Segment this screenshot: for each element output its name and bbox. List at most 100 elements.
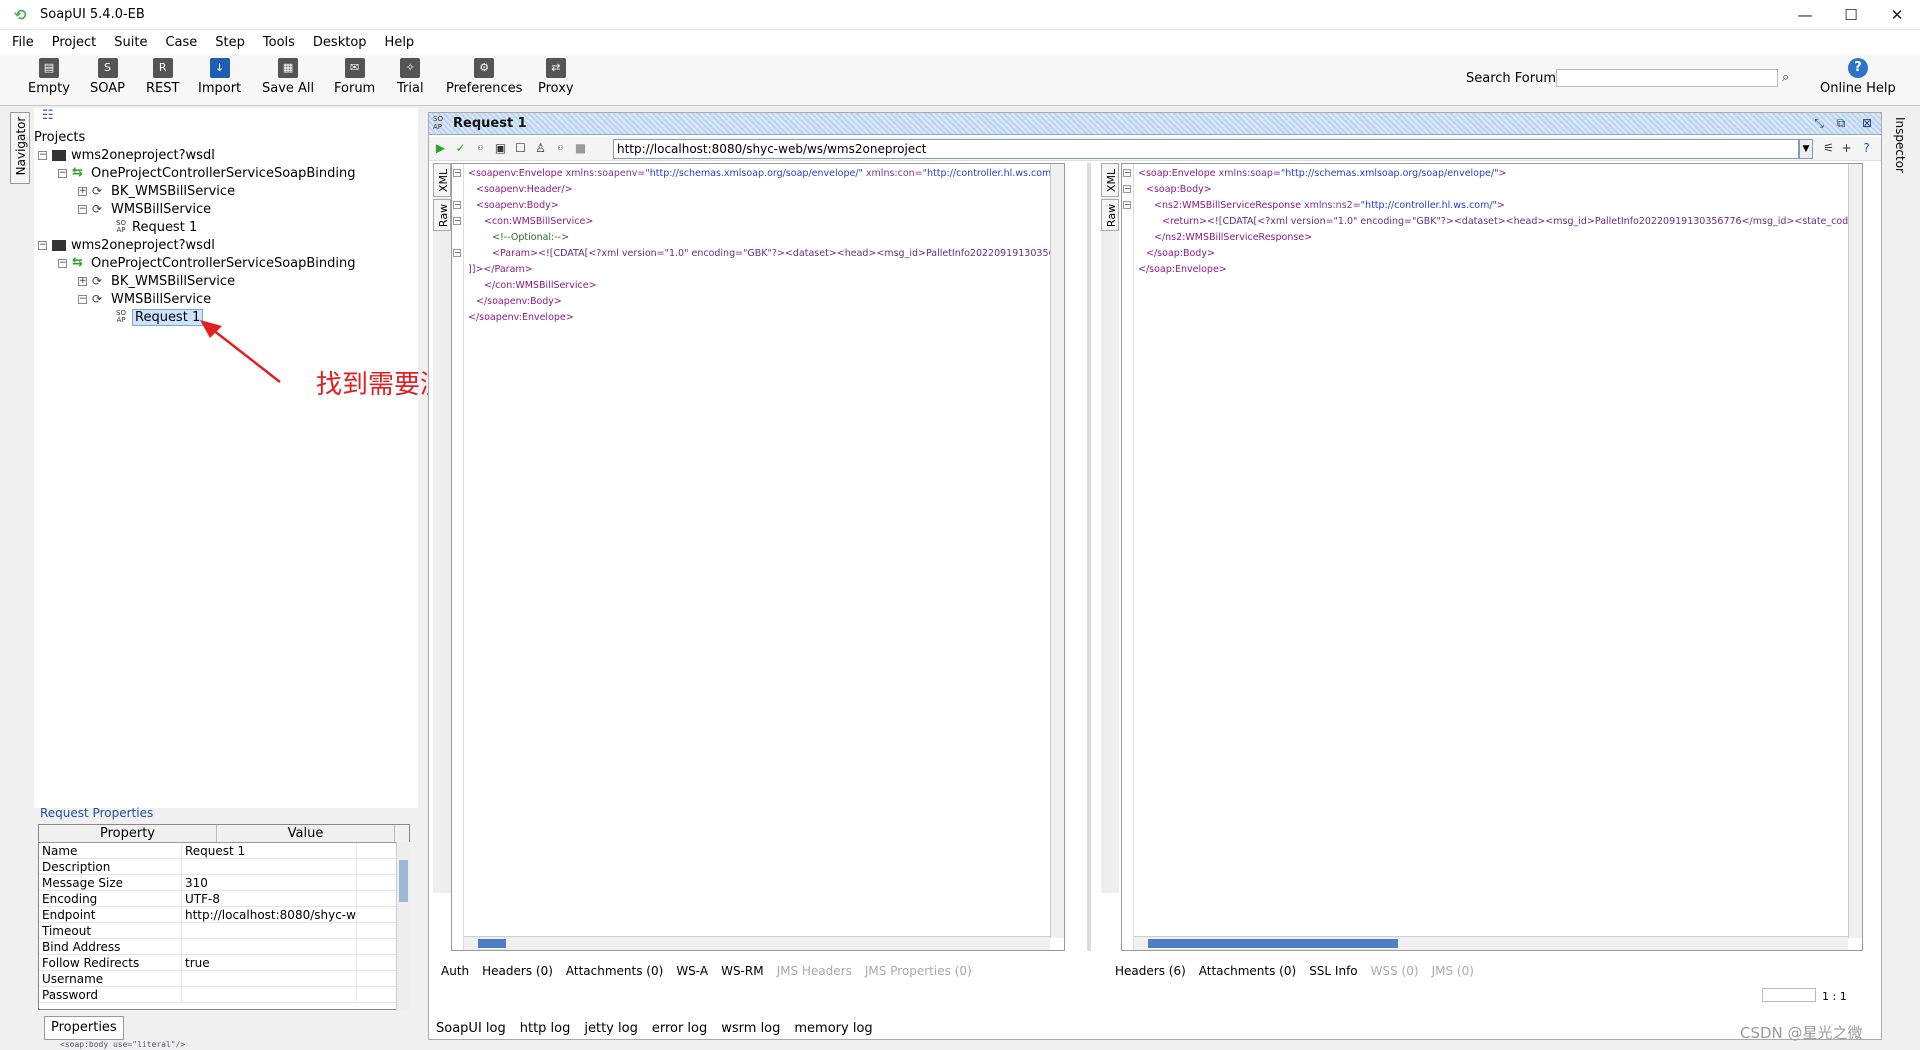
detach-icon[interactable]: ⤡ [1811, 115, 1827, 131]
log-tab[interactable]: jetty log [584, 1021, 637, 1036]
properties-scrollbar[interactable] [396, 842, 410, 1010]
request-raw-tab[interactable]: Raw [433, 199, 451, 231]
response-tab[interactable]: SSL Info [1309, 964, 1357, 978]
submit-request-icon[interactable]: ▶ [433, 141, 448, 156]
tree-service-3[interactable]: + ⟳ BK_WMSBillService [78, 272, 235, 290]
properties-button[interactable]: Properties [44, 1016, 124, 1040]
properties-row[interactable]: Encoding UTF-8 [39, 891, 409, 907]
soap-button[interactable]: S SOAP [90, 58, 125, 96]
stop-icon[interactable]: ■ [573, 141, 588, 156]
rest-button[interactable]: R REST [146, 58, 179, 96]
response-raw-tab[interactable]: Raw [1101, 199, 1119, 231]
request-xml-tab[interactable]: XML [433, 163, 451, 197]
navigator-tab[interactable]: Navigator [10, 112, 30, 184]
expand-icon[interactable]: + [78, 186, 87, 196]
request-tab[interactable]: JMS Properties (0) [865, 964, 972, 978]
properties-row[interactable]: Message Size 310 [39, 875, 409, 891]
close-button[interactable]: ✕ [1874, 0, 1920, 30]
property-value[interactable] [182, 939, 357, 954]
collapse-icon[interactable]: − [78, 294, 87, 304]
property-column-header[interactable]: Property [39, 825, 217, 842]
inspector-tab[interactable]: Inspector [1890, 112, 1910, 182]
tree-project-1[interactable]: − wms2oneproject?wsdl [38, 146, 215, 164]
tree-request-2[interactable]: SO AP Request 1 [114, 308, 204, 326]
endpoint-input[interactable]: http://localhost:8080/shyc-web/ws/wms2on… [613, 139, 1799, 159]
forum-button[interactable]: ✉ Forum [334, 58, 375, 96]
cancel-icon[interactable]: ☐ [513, 141, 528, 156]
fold-icon[interactable]: − [453, 201, 461, 209]
property-value[interactable]: 310 [182, 875, 357, 890]
request-tab[interactable]: Auth [441, 964, 469, 978]
binoculars-icon[interactable]: ⌕ [1782, 70, 1798, 86]
property-value[interactable]: UTF-8 [182, 891, 357, 906]
value-column-header[interactable]: Value [217, 825, 395, 842]
online-help-button[interactable]: ? Online Help [1820, 58, 1896, 96]
collapse-icon[interactable]: − [58, 168, 67, 178]
response-vscroll[interactable] [1848, 164, 1862, 938]
tree-service-1[interactable]: + ⟳ BK_WMSBillService [78, 182, 235, 200]
response-xml-tab[interactable]: XML [1101, 163, 1119, 197]
expand-icon[interactable]: + [78, 276, 87, 286]
response-tab[interactable]: JMS (0) [1432, 964, 1474, 978]
minimize-button[interactable]: — [1782, 0, 1828, 30]
tree-root[interactable]: Projects [34, 128, 85, 146]
properties-row[interactable]: Username [39, 971, 409, 987]
fold-icon[interactable]: − [453, 249, 461, 257]
split-divider[interactable] [1087, 163, 1091, 951]
request-vscroll[interactable] [1050, 164, 1064, 938]
request-tab[interactable]: JMS Headers [777, 964, 852, 978]
tree-service-2[interactable]: − ⟳ WMSBillService [78, 200, 211, 218]
collapse-icon[interactable]: − [38, 150, 47, 160]
request-hscroll[interactable] [464, 936, 1050, 950]
response-hscroll-thumb[interactable] [1148, 939, 1398, 948]
property-value[interactable] [182, 987, 357, 1002]
preferences-button[interactable]: ⚙ Preferences [446, 58, 522, 96]
fold-icon[interactable]: − [453, 169, 461, 177]
close-window-icon[interactable]: ⊠ [1859, 115, 1875, 131]
user-icon[interactable]: ♙ [533, 141, 548, 156]
properties-scroll-thumb[interactable] [399, 860, 408, 902]
log-tab[interactable]: http log [520, 1021, 571, 1036]
clone-request-icon[interactable]: ⚇ [473, 141, 488, 156]
menu-project[interactable]: Project [52, 35, 96, 50]
menu-file[interactable]: File [12, 35, 34, 50]
log-tab[interactable]: SoapUI log [436, 1021, 506, 1036]
create-mock-icon[interactable]: ▣ [493, 141, 508, 156]
tree-binding-1[interactable]: − ⇆ OneProjectControllerServiceSoapBinding [58, 164, 356, 182]
property-value[interactable] [182, 971, 357, 986]
menu-help[interactable]: Help [385, 35, 415, 50]
fold-icon[interactable]: − [1123, 169, 1131, 177]
menu-tools[interactable]: Tools [263, 35, 295, 50]
response-tab[interactable]: WSS (0) [1371, 964, 1419, 978]
add-icon[interactable]: + [1839, 141, 1854, 156]
collapse-icon[interactable]: − [58, 258, 67, 268]
menu-case[interactable]: Case [165, 35, 197, 50]
tree-request-1[interactable]: SO AP Request 1 [114, 218, 197, 236]
edit-endpoint-icon[interactable]: ⚟ [1821, 141, 1836, 156]
menu-suite[interactable]: Suite [114, 35, 147, 50]
wsdl-icon[interactable]: ⚇ [553, 141, 568, 156]
properties-row[interactable]: Description [39, 859, 409, 875]
request-tab[interactable]: WS-A [676, 964, 708, 978]
property-value[interactable] [182, 859, 357, 874]
properties-row[interactable]: Follow Redirects true [39, 955, 409, 971]
property-value[interactable]: true [182, 955, 357, 970]
response-tab[interactable]: Attachments (0) [1199, 964, 1296, 978]
tree-binding-2[interactable]: − ⇆ OneProjectControllerServiceSoapBinding [58, 254, 356, 272]
request-editor[interactable]: <soapenv:Envelope xmlns:soapenv="http://… [451, 163, 1065, 951]
request-tab[interactable]: Attachments (0) [566, 964, 663, 978]
properties-row[interactable]: Endpoint http://localhost:8080/shyc-w... [39, 907, 409, 923]
collapse-icon[interactable]: − [78, 204, 87, 214]
property-value[interactable] [182, 923, 357, 938]
proxy-button[interactable]: ⇄ Proxy [538, 58, 574, 96]
save-all-button[interactable]: ▦ Save All [262, 58, 314, 96]
maximize-button[interactable]: ☐ [1828, 0, 1874, 30]
log-tab[interactable]: memory log [794, 1021, 872, 1036]
tree-project-2[interactable]: − wms2oneproject?wsdl [38, 236, 215, 254]
menu-desktop[interactable]: Desktop [313, 35, 367, 50]
property-value[interactable]: http://localhost:8080/shyc-w... [182, 907, 357, 922]
request-hscroll-thumb[interactable] [478, 939, 506, 948]
add-to-testcase-icon[interactable]: ✓ [453, 141, 468, 156]
menu-step[interactable]: Step [215, 35, 245, 50]
request-tab[interactable]: WS-RM [721, 964, 764, 978]
